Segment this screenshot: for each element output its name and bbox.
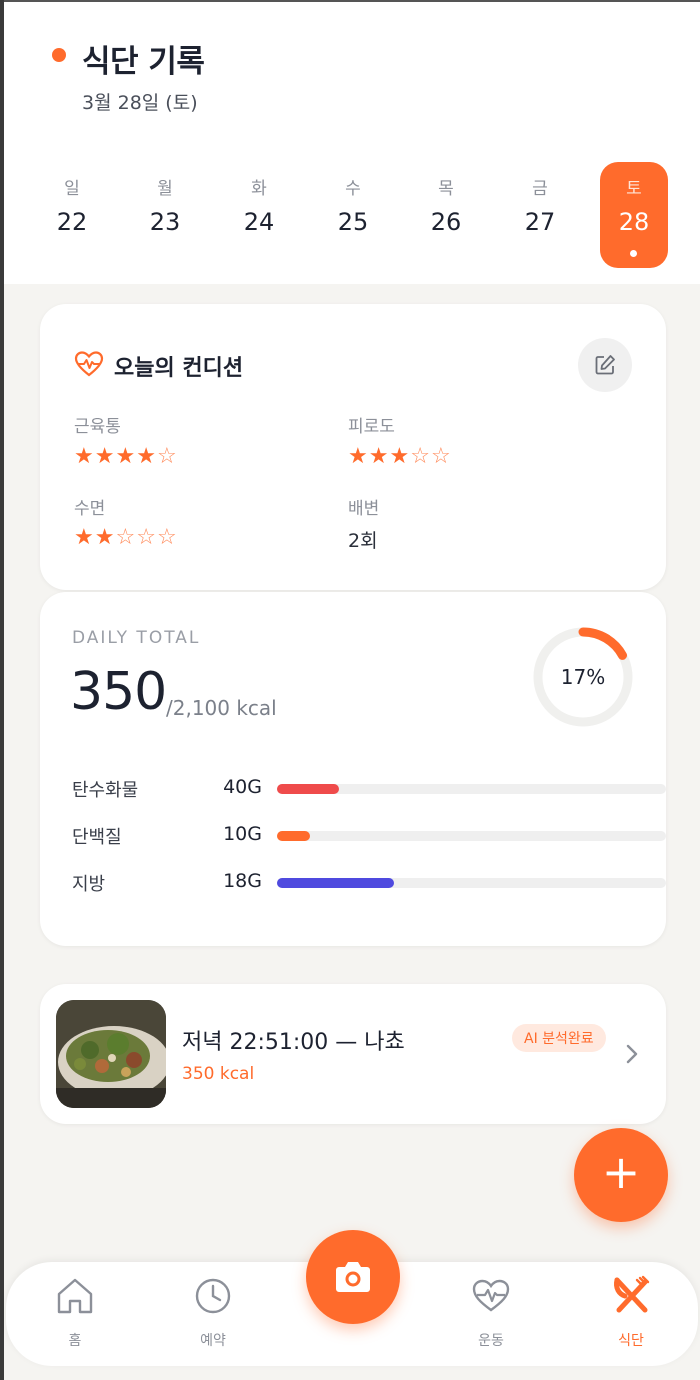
day-28-selected[interactable]: 토 28 [600, 162, 668, 268]
day-of-week: 화 [251, 179, 267, 199]
star-filled-icon: ★ [368, 444, 390, 469]
meal-photo [56, 1000, 166, 1108]
star-filled-icon: ★ [74, 525, 95, 550]
chevron-right-icon[interactable] [624, 1042, 640, 1066]
meal-title: 저녁 22:51:00 — 나쵸 [182, 1030, 405, 1055]
macro-name: 단백질 [72, 827, 122, 848]
day-number: 26 [430, 208, 462, 236]
selected-indicator-dot [630, 250, 637, 257]
muscle-pain-rating: ★★★★☆ [74, 444, 178, 469]
star-filled-icon: ★ [94, 444, 116, 469]
nav-diet[interactable]: 식단 [586, 1274, 676, 1354]
plus-icon: + [601, 1145, 641, 1199]
heart-pulse-icon [74, 351, 104, 377]
day-22[interactable]: 일 22 [38, 162, 106, 268]
day-25[interactable]: 수 25 [319, 162, 387, 268]
star-filled-icon: ★ [348, 444, 369, 469]
macro-name: 탄수화물 [72, 780, 139, 801]
week-selector: 일 22 월 23 화 24 수 25 목 26 금 27 토 28 [26, 162, 686, 268]
day-of-week: 금 [532, 179, 548, 199]
macro-bar-fill [277, 878, 394, 888]
daily-total-card: DAILY TOTAL 350 /2,100 kcal 17% 탄수화물 40G… [40, 592, 666, 946]
star-empty-icon: ☆ [115, 525, 137, 550]
day-of-week: 토 [626, 179, 642, 199]
nav-label: 예약 [200, 1333, 226, 1349]
edit-icon [595, 355, 615, 375]
macro-bar-track [277, 831, 666, 841]
macro-row-protein: 단백질 10G [72, 823, 666, 848]
star-filled-icon: ★ [389, 444, 411, 469]
star-empty-icon: ☆ [136, 525, 157, 550]
star-filled-icon: ★ [74, 444, 95, 469]
header: 식단 기록 3월 28일 (토) 일 22 월 23 화 24 수 25 목 2… [4, 2, 700, 284]
macro-value: 10G [223, 823, 262, 845]
day-number: 22 [56, 208, 88, 236]
macro-value: 40G [223, 776, 262, 798]
kcal-consumed: 350 [70, 662, 167, 722]
kcal-goal: /2,100 kcal [166, 696, 277, 720]
day-of-week: 목 [438, 179, 454, 199]
macro-bar-fill [277, 784, 340, 794]
macro-value: 18G [223, 870, 262, 892]
heart-pulse-icon [472, 1279, 510, 1312]
fork-knife-icon [614, 1275, 650, 1313]
day-24[interactable]: 화 24 [225, 162, 293, 268]
title-dot [52, 48, 66, 62]
day-number: 27 [524, 208, 556, 236]
macro-name: 지방 [72, 874, 106, 895]
bowel-value: 2회 [348, 530, 378, 552]
camera-button[interactable] [306, 1230, 400, 1324]
sleep-label: 수면 [74, 499, 106, 519]
edit-condition-button[interactable] [578, 338, 632, 392]
star-empty-icon: ☆ [156, 444, 178, 469]
macro-row-carbs: 탄수화물 40G [72, 776, 666, 801]
sleep-rating: ★★☆☆☆ [74, 525, 178, 550]
day-23[interactable]: 월 23 [131, 162, 199, 268]
clock-icon [195, 1278, 231, 1314]
home-icon [57, 1278, 93, 1314]
star-empty-icon: ☆ [430, 444, 452, 469]
macro-row-fat: 지방 18G [72, 870, 666, 895]
day-of-week: 월 [157, 179, 173, 199]
camera-icon [336, 1262, 370, 1292]
meal-entry-card[interactable]: 저녁 22:51:00 — 나쵸 350 kcal AI 분석완료 [40, 984, 666, 1124]
day-of-week: 일 [64, 179, 80, 199]
page-date: 3월 28일 (토) [82, 92, 198, 114]
day-number: 25 [337, 208, 369, 236]
star-filled-icon: ★ [136, 444, 157, 469]
muscle-pain-label: 근육통 [74, 417, 121, 437]
condition-card: 오늘의 컨디션 근육통 ★★★★☆ 피로도 ★★★☆☆ 수면 ★★☆☆☆ 배변 … [40, 304, 666, 590]
nav-label: 운동 [478, 1333, 504, 1349]
star-filled-icon: ★ [115, 444, 137, 469]
nav-label: 식단 [618, 1333, 644, 1349]
fatigue-rating: ★★★☆☆ [348, 444, 452, 469]
condition-title: 오늘의 컨디션 [114, 356, 244, 381]
star-filled-icon: ★ [94, 525, 116, 550]
ai-analysis-badge: AI 분석완료 [512, 1024, 606, 1052]
star-empty-icon: ☆ [410, 444, 431, 469]
bowel-label: 배변 [348, 499, 380, 519]
fatigue-label: 피로도 [348, 417, 395, 437]
nav-booking[interactable]: 예약 [168, 1274, 258, 1354]
page-title: 식단 기록 [82, 44, 205, 80]
macro-bar-fill [277, 831, 311, 841]
day-number: 28 [618, 208, 650, 236]
day-number: 24 [243, 208, 275, 236]
star-empty-icon: ☆ [156, 525, 178, 550]
daily-total-label: DAILY TOTAL [72, 628, 201, 648]
day-27[interactable]: 금 27 [506, 162, 574, 268]
macro-bar-track [277, 784, 666, 794]
day-number: 23 [149, 208, 181, 236]
calorie-percent: 17% [560, 665, 606, 689]
nav-home[interactable]: 홈 [30, 1274, 120, 1354]
add-meal-button[interactable]: + [574, 1128, 668, 1222]
nav-exercise[interactable]: 운동 [446, 1274, 536, 1354]
nav-label: 홈 [68, 1333, 82, 1349]
macro-bar-track [277, 878, 666, 888]
day-26[interactable]: 목 26 [412, 162, 480, 268]
meal-kcal: 350 kcal [182, 1064, 255, 1084]
day-of-week: 수 [345, 179, 361, 199]
